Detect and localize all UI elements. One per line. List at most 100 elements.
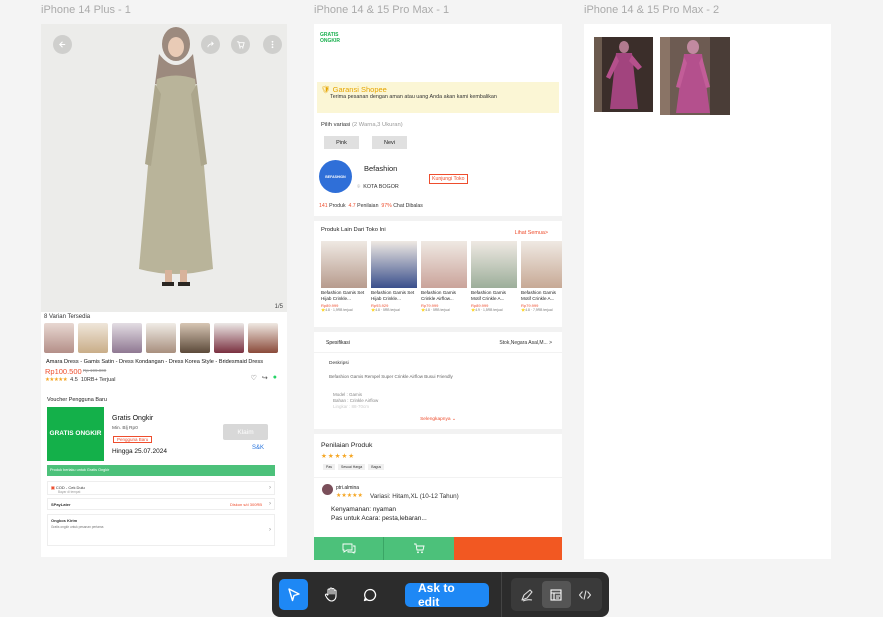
- cod-row[interactable]: ▣ COD - Cek Dulu Bayar di tempat ›: [47, 481, 275, 495]
- product-price-old: Rp 199.000: [83, 368, 107, 373]
- product-image[interactable]: 1/5: [41, 24, 287, 312]
- review-line: Kenyamanan: nyaman: [331, 506, 397, 513]
- draw-mode-button[interactable]: [513, 581, 542, 608]
- product-card-image: [421, 241, 467, 288]
- cart-icon[interactable]: [231, 35, 250, 54]
- dev-mode-button[interactable]: [571, 581, 600, 608]
- rating-stars-icon: ★★★★★: [45, 377, 68, 383]
- cursor-icon: [287, 587, 300, 601]
- divider: [314, 216, 562, 221]
- whatsapp-icon[interactable]: ●: [273, 374, 277, 382]
- variant-thumb[interactable]: [146, 323, 176, 353]
- product-card[interactable]: Befashion Gamis Motif Crinkle A... Rp89.9…: [471, 241, 517, 312]
- variant-thumb[interactable]: [112, 323, 142, 353]
- variant-thumb[interactable]: [248, 323, 278, 353]
- bottom-action-bar: [314, 537, 562, 560]
- desc-line: Bahan : Crinkle Airflow: [333, 397, 379, 403]
- shop-logo[interactable]: BEFASHION: [319, 160, 352, 193]
- purple-dress-image-2[interactable]: [660, 37, 730, 115]
- variant-pink-button[interactable]: Pink: [324, 136, 359, 149]
- product-card[interactable]: Befashion Gamis Set Hijab Crinkle... Rp93…: [371, 241, 417, 312]
- product-card[interactable]: Befashion Gamis Crinkle Airflow... Rp79.9…: [421, 241, 467, 312]
- reviewer-stars-icon: ★★★★★: [336, 493, 363, 499]
- share-icon[interactable]: [201, 35, 220, 54]
- variants-label: 8 Varian Tersedia: [44, 314, 91, 320]
- pen-icon: [521, 588, 534, 601]
- variant-thumb[interactable]: [180, 323, 210, 353]
- description-label: Deskripsi: [329, 361, 349, 366]
- frame-iphone-14-pro-max-1[interactable]: GRATIS ONGKIR 🛡 Garansi Shopee Terima pe…: [314, 24, 562, 560]
- variant-thumb[interactable]: [44, 323, 74, 353]
- share-icon[interactable]: ↪: [262, 374, 268, 382]
- review-chip[interactable]: Bagus: [368, 464, 385, 470]
- back-icon[interactable]: [53, 35, 72, 54]
- cart-plus-icon: [414, 543, 425, 554]
- garansi-title-text: Garansi Shopee: [332, 85, 387, 94]
- design-mode-button[interactable]: [541, 581, 571, 608]
- frame-iphone-14-pro-max-2[interactable]: [584, 24, 831, 559]
- frame-title-2[interactable]: iPhone 14 & 15 Pro Max - 1: [314, 4, 449, 16]
- move-tool-button[interactable]: [279, 579, 309, 610]
- comment-tool-button[interactable]: [356, 579, 385, 610]
- divider: [314, 477, 562, 478]
- review-chip[interactable]: Sesuai Harga: [338, 464, 366, 470]
- spec-summary[interactable]: Stok,Negara Asal,M... >: [499, 340, 552, 346]
- shop-city: KOTA BOGOR: [363, 184, 399, 190]
- voucher-title: Gratis Ongkir: [112, 415, 154, 422]
- variant-thumbnails: [44, 323, 278, 353]
- shield-icon: 🛡: [321, 85, 331, 94]
- chevron-right-icon: >: [549, 340, 552, 346]
- garansi-banner: 🛡 Garansi Shopee Terima pesanan dengan a…: [317, 82, 559, 113]
- shipping-row[interactable]: Ongkos Kirim Gratis ongkir untuk pesanan…: [47, 514, 275, 546]
- more-icon[interactable]: [263, 35, 282, 54]
- stat-chat-count: 97%: [381, 203, 392, 209]
- variant-picker-title: Pilih variasi: [321, 122, 351, 128]
- rating-value: 4.5: [70, 377, 78, 383]
- purple-dress-image-1[interactable]: [594, 37, 653, 112]
- spaylater-row[interactable]: SPayLater Diskon s/d 300RB ›: [47, 498, 275, 510]
- product-card-image: [471, 241, 517, 288]
- voucher-badge: GRATIS ONGKIR: [47, 407, 104, 461]
- product-card[interactable]: Befashion Gamis Set Hijab Crinkle... Rp89…: [321, 241, 367, 312]
- ask-to-edit-button[interactable]: Ask to edit: [404, 581, 490, 609]
- see-all-link[interactable]: Lihat Semua>: [515, 230, 548, 236]
- toolbar-divider: [501, 572, 502, 617]
- frame-title-3[interactable]: iPhone 14 & 15 Pro Max - 2: [584, 4, 719, 16]
- variant-picker-sub: (2 Warna,3 Ukuran): [351, 122, 403, 128]
- review-chip[interactable]: Pas: [323, 464, 336, 470]
- heart-icon[interactable]: ♡: [251, 374, 257, 382]
- shop-name[interactable]: Befashion: [364, 164, 397, 173]
- product-price: Rp100.500: [45, 367, 82, 376]
- claim-button[interactable]: Klaim: [223, 424, 268, 440]
- product-card-name: Befashion Gamis Motif Crinkle A...: [471, 290, 506, 301]
- review-chips: Pas Sesuai Harga Bagus: [323, 464, 385, 470]
- chat-icon: [342, 543, 355, 554]
- variant-thumb[interactable]: [78, 323, 108, 353]
- divider: [314, 429, 562, 434]
- frame-title-1[interactable]: iPhone 14 Plus - 1: [41, 4, 131, 16]
- reviewer-avatar: [322, 484, 333, 495]
- variant-thumb[interactable]: [214, 323, 244, 353]
- see-more-link[interactable]: Selengkapnya ⌄: [314, 417, 562, 422]
- dress-model-image: [139, 27, 213, 286]
- frame-iphone-14-plus[interactable]: 1/5 8 Varian Tersedia Amara Dress - Gami…: [41, 24, 287, 557]
- hand-tool-button[interactable]: [317, 579, 346, 610]
- spec-title[interactable]: Spesifikasi: [326, 340, 350, 346]
- product-card-name: Befashion Gamis Set Hijab Crinkle...: [371, 290, 415, 301]
- free-shipping-logo: GRATIS ONGKIR: [320, 32, 340, 44]
- variant-nevi-button[interactable]: Nevi: [372, 136, 407, 149]
- buy-now-button[interactable]: [454, 537, 562, 560]
- product-card-image: [371, 241, 417, 288]
- variant-picker-label[interactable]: Pilih variasi (2 Warna,3 Ukuran): [321, 122, 403, 128]
- chat-button[interactable]: [314, 537, 384, 560]
- visit-shop-button[interactable]: Kunjungi Toko: [429, 174, 468, 184]
- stat-rating-label: Penilaian: [357, 203, 379, 209]
- description-details: Model : Gamis Bahan : Crinkle Airflow Li…: [333, 392, 378, 410]
- product-card[interactable]: Befashion Gamis Motif Crinkle A... Rp79.9…: [521, 241, 562, 312]
- snk-link[interactable]: S&K: [252, 445, 264, 451]
- chevron-right-icon: ›: [269, 485, 271, 491]
- mode-switcher: [510, 578, 602, 611]
- add-to-cart-button[interactable]: [384, 537, 454, 560]
- divider: [314, 352, 562, 353]
- see-more-text: Selengkapnya: [420, 417, 451, 422]
